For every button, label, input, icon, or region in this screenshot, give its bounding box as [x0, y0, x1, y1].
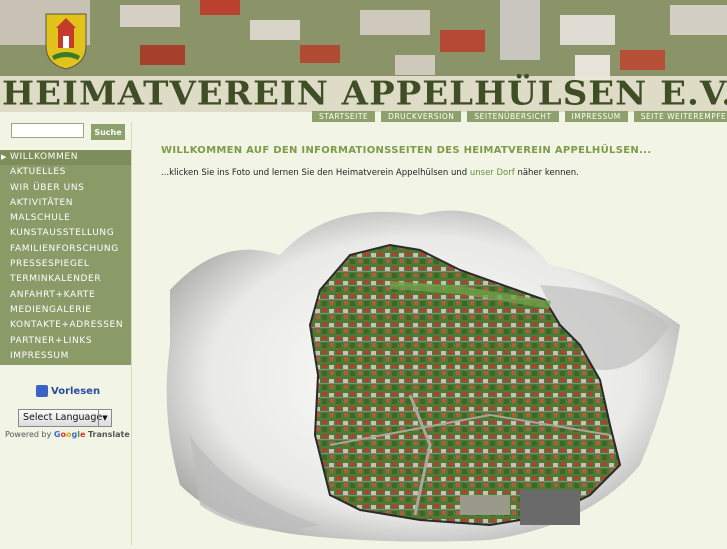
sidebar-item-malschule[interactable]: MALSCHULE [0, 211, 131, 226]
sidebar-item-kunstausstellung[interactable]: KUNSTAUSSTELLUNG [0, 226, 131, 241]
page-title: WILLKOMMEN AUF DEN INFORMATIONSSEITEN DE… [161, 145, 652, 156]
sidebar-item-pressespiegel[interactable]: PRESSESPIEGEL [0, 257, 131, 272]
sidebar-item-familienforschung[interactable]: FAMILIENFORSCHUNG [0, 242, 131, 257]
sidebar-item-aktuelles[interactable]: AKTUELLES [0, 165, 131, 180]
speaker-icon [36, 385, 48, 397]
intro-text-end: näher kennen. [514, 168, 579, 178]
aerial-photo-link[interactable] [160, 195, 690, 545]
vorlesen-label: Vorlesen [51, 385, 101, 397]
powered-by-google: Powered by Google Translate [5, 430, 130, 439]
sidebar-item-impressum[interactable]: IMPRESSUM [0, 349, 131, 364]
sidebar-item-kontakte-adressen[interactable]: KONTAKTE+ADRESSEN [0, 318, 131, 333]
chevron-down-icon: ▼ [98, 410, 111, 426]
sidebar-item-aktivitaeten[interactable]: AKTIVITÄTEN [0, 196, 131, 211]
topnav-weiterempfehlen[interactable]: SEITE WEITEREMPFEHLEN [633, 111, 727, 122]
topnav-startseite[interactable]: STARTSEITE [312, 111, 376, 122]
topnav-seitenuebersicht[interactable]: SEITENÜBERSICHT [467, 111, 559, 122]
sidebar-item-mediengalerie[interactable]: MEDIENGALERIE [0, 303, 131, 318]
aerial-village-photo [166, 210, 680, 542]
sidebar-item-partner-links[interactable]: PARTNER+LINKS [0, 334, 131, 349]
header-banner: HEIMATVEREIN APPELHÜLSEN E.V. [0, 0, 727, 112]
search-button[interactable]: Suche [91, 124, 125, 140]
topnav-druckversion[interactable]: DRUCKVERSION [381, 111, 462, 122]
vorlesen-button[interactable]: Vorlesen [36, 385, 100, 397]
sidebar-item-anfahrt-karte[interactable]: ANFAHRT+KARTE [0, 288, 131, 303]
topnav-impressum[interactable]: IMPRESSUM [564, 111, 628, 122]
google-logo: Google [53, 430, 86, 439]
sidebar-menu: WILLKOMMEN AKTUELLES WIR ÜBER UNS AKTIVI… [0, 150, 131, 365]
intro-text-start: ...klicken Sie ins Foto und lernen Sie d… [161, 168, 470, 178]
language-select-label: Select Language [23, 412, 103, 423]
powered-by-label: Powered by [5, 430, 52, 439]
top-navigation: STARTSEITE DRUCKVERSION SEITENÜBERSICHT … [312, 111, 727, 122]
site-title: HEIMATVEREIN APPELHÜLSEN E.V. [2, 75, 727, 112]
translate-label: Translate [87, 430, 130, 439]
sidebar-item-willkommen[interactable]: WILLKOMMEN [0, 150, 131, 166]
search-input[interactable] [11, 123, 84, 138]
sidebar-item-wir-ueber-uns[interactable]: WIR ÜBER UNS [0, 181, 131, 196]
sidebar-item-terminkalender[interactable]: TERMINKALENDER [0, 272, 131, 287]
unser-dorf-link[interactable]: unser Dorf [470, 168, 515, 178]
coat-of-arms-logo [45, 13, 87, 70]
language-select[interactable]: Select Language ▼ [18, 409, 112, 427]
intro-text: ...klicken Sie ins Foto und lernen Sie d… [161, 168, 579, 178]
